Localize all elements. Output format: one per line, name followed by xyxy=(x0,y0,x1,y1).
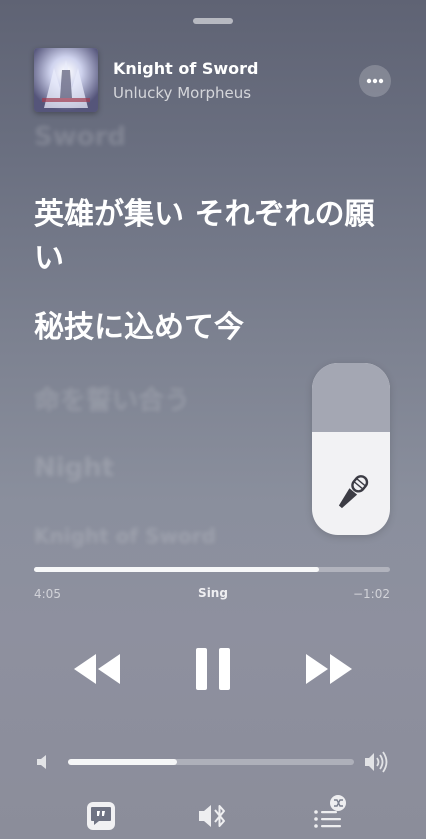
bluetooth-speaker-button[interactable] xyxy=(197,801,229,831)
lyrics-button[interactable] xyxy=(87,802,115,830)
volume-min-icon xyxy=(37,755,46,769)
fast-forward-button[interactable] xyxy=(302,648,356,690)
sing-label: Sing xyxy=(198,586,228,600)
lyrics-quote-icon xyxy=(91,807,111,825)
lyric-line-previous[interactable]: Sword xyxy=(34,122,126,152)
fast-forward-icon xyxy=(306,654,352,684)
artist-name[interactable]: Unlucky Morpheus xyxy=(113,84,251,102)
lyric-line-next-2[interactable]: Night xyxy=(34,453,114,483)
lyric-line-next[interactable]: 命を誓い合う xyxy=(34,380,190,417)
lyric-line-current[interactable]: 英雄が集い それぞれの願い xyxy=(34,193,404,281)
queue-button[interactable] xyxy=(310,793,350,831)
sheet-grabber[interactable] xyxy=(193,18,233,24)
vocal-level-fill xyxy=(312,363,390,432)
pause-icon xyxy=(196,648,230,690)
song-title[interactable]: Knight of Sword xyxy=(113,59,259,78)
rewind-button[interactable] xyxy=(70,648,124,690)
lyric-line-current-2[interactable]: 秘技に込めて今 xyxy=(34,306,404,350)
vocal-level-slider[interactable] xyxy=(312,363,390,535)
remaining-time: −1:02 xyxy=(352,587,390,601)
more-options-button[interactable] xyxy=(359,65,391,97)
lyric-line-next-3[interactable]: Knight of Sword xyxy=(34,524,216,548)
rewind-icon xyxy=(74,654,120,684)
microphone-icon xyxy=(338,475,369,509)
elapsed-time: 4:05 xyxy=(34,587,61,601)
ellipsis-icon xyxy=(366,78,384,84)
volume-slider-fill xyxy=(68,759,177,765)
playback-progress-fill xyxy=(34,567,319,572)
volume-max-icon xyxy=(365,751,388,773)
album-art-image xyxy=(34,48,98,112)
album-art[interactable] xyxy=(34,48,98,112)
pause-button[interactable] xyxy=(188,642,238,696)
